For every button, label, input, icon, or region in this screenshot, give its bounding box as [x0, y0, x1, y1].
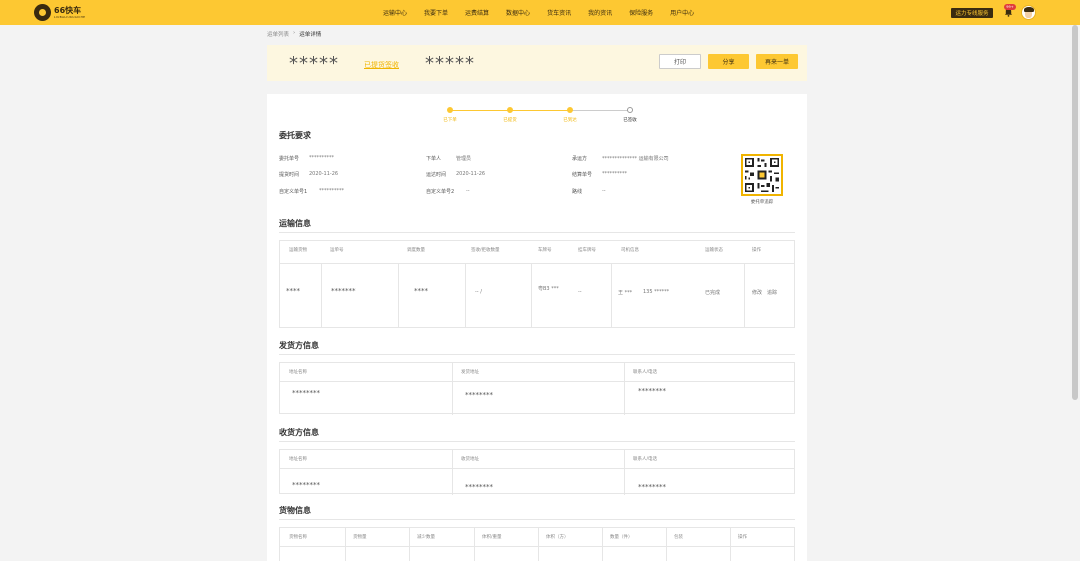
driver-phone-link[interactable]: 135 ******	[643, 289, 669, 295]
table-cell: ********	[292, 481, 320, 489]
qr-code[interactable]	[741, 154, 783, 196]
table-header: 运输货物	[289, 248, 307, 253]
breadcrumb-current: 运单详情	[299, 32, 322, 38]
entrust-placed-by: 下单人 管理员	[426, 156, 472, 162]
progress-step-signed: 已签收	[615, 107, 645, 123]
share-button[interactable]: 分享	[708, 54, 749, 69]
logo-mark-icon	[34, 4, 51, 21]
subscribe-button[interactable]: 运力专线服务	[951, 8, 993, 18]
page-scrollbar[interactable]	[1072, 25, 1078, 400]
goods-table: 货物名称 货物量 减少数量 体积/重量 体积（方） 数量（件） 包装 操作	[279, 527, 795, 561]
table-header: 车牌号	[538, 248, 552, 253]
table-header: 调度数量	[407, 248, 425, 253]
reorder-button[interactable]: 再来一单	[756, 54, 798, 69]
table-header: 联系人/电话	[633, 457, 658, 462]
entrust-route: 路线 --	[572, 188, 606, 195]
brand-logo[interactable]: 66快车 LIUBALIUKUAICHE	[34, 4, 85, 21]
print-button[interactable]: 打印	[659, 54, 701, 69]
table-cell: -- /	[475, 289, 482, 295]
table-header: 包装	[674, 535, 683, 540]
order-detail-panel: 已下单 已提货 已到达 已签收 委托要求 委托单号 ********** 下单人管…	[267, 94, 807, 561]
table-cell: --	[578, 289, 582, 295]
table-cell: ********	[465, 391, 493, 399]
progress-step-arrived: 已到达	[555, 107, 585, 123]
order-header-card: ***** 已提货签收 ***** 打印 分享 再来一单	[267, 45, 807, 81]
nav-item-my-news[interactable]: 我的资讯	[588, 8, 612, 17]
entrust-order-no: 委托单号 **********	[279, 155, 334, 162]
status-badge: 已完成	[705, 290, 721, 296]
entrust-pickup-time: 提货时间 2020-11-26	[279, 171, 339, 178]
section-title-shipper: 发货方信息	[279, 341, 319, 350]
entrust-custom-no-1: 自定义单号1 **********	[279, 188, 344, 195]
table-cell: ********	[638, 483, 666, 491]
table-cell: *******	[331, 287, 356, 295]
nav-item-user-center[interactable]: 用户中心	[670, 8, 694, 17]
receiver-table: 地址名称 收货地址 联系人/电话 ******** ******** *****…	[279, 449, 795, 495]
table-header: 减少数量	[417, 535, 435, 540]
table-header: 地址名称	[289, 457, 307, 462]
section-title-transport: 运输信息	[279, 219, 311, 228]
section-title-goods: 货物信息	[279, 506, 311, 515]
table-header: 联系人/电话	[633, 370, 658, 375]
nav-item-transport-center[interactable]: 运输中心	[383, 8, 407, 17]
nav-item-insurance[interactable]: 保险服务	[629, 8, 653, 17]
table-cell: ****	[286, 287, 300, 295]
track-link[interactable]: 追踪	[767, 289, 777, 296]
table-header: 司机信息	[621, 248, 639, 253]
entrust-arrival-time: 运达时间 2020-11-26	[426, 171, 486, 178]
breadcrumb-parent[interactable]: 运单列表	[267, 30, 289, 38]
plate-link[interactable]: 粤B3 ***	[538, 285, 559, 292]
brand-name: 66快车	[54, 6, 82, 15]
table-cell: ********	[465, 483, 493, 491]
progress-step-ordered: 已下单	[435, 107, 465, 123]
nav-item-place-order[interactable]: 我要下单	[424, 8, 448, 17]
notification-badge: 99+	[1004, 4, 1016, 10]
progress-step-picked-up: 已提货	[495, 107, 525, 123]
nav-item-data-center[interactable]: 数据中心	[506, 8, 530, 17]
main-nav: 运输中心 我要下单 运费结算 数据中心 货车资讯 我的资讯 保险服务 用户中心	[383, 0, 711, 25]
breadcrumb: 运单列表 › 运单详情	[267, 30, 321, 38]
table-header: 挂车牌号	[578, 248, 596, 253]
entrust-custom-no-2: 自定义单号2 --	[426, 188, 470, 195]
table-cell: ********	[638, 387, 666, 395]
section-title-receiver: 收货方信息	[279, 428, 319, 437]
section-title-entrust: 委托要求	[279, 131, 311, 140]
shipper-table: 地址名称 发货地址 联系人/电话 ******** ******** *****…	[279, 362, 795, 415]
order-progress: 已下单 已提货 已到达 已签收	[435, 107, 637, 127]
entrust-settlement-no: 结算单号 **********	[572, 171, 627, 178]
table-header: 运输状态	[705, 248, 723, 253]
table-header: 地址名称	[289, 370, 307, 375]
breadcrumb-separator: ›	[293, 30, 296, 36]
table-header: 货物名称	[289, 535, 307, 540]
qr-caption: 委托单追踪	[750, 200, 774, 205]
table-header: 数量（件）	[610, 535, 633, 540]
driver-name-link[interactable]: 王 ***	[618, 289, 632, 296]
order-masked-id: *****	[289, 53, 339, 74]
table-header: 运单号	[330, 248, 344, 253]
transport-table: 运输货物 运单号 调度数量 签收/拒收数量 车牌号 挂车牌号 司机信息 运输状态…	[279, 240, 795, 328]
brand-subtitle: LIUBALIUKUAICHE	[54, 15, 86, 19]
table-cell: ****	[414, 287, 428, 295]
top-nav-bar: 66快车 LIUBALIUKUAICHE 运输中心 我要下单 运费结算 数据中心…	[0, 0, 1080, 25]
entrust-carrier: 承运方 ************** 运输有限公司	[572, 156, 669, 162]
order-status-tag: 已提货签收	[364, 61, 399, 69]
edit-link[interactable]: 修改	[752, 289, 762, 296]
table-header: 体积/重量	[482, 535, 502, 540]
table-header: 货物量	[353, 535, 367, 540]
table-header: 发货地址	[461, 370, 479, 375]
order-masked-id-2: *****	[425, 53, 475, 74]
table-header: 收货地址	[461, 457, 479, 462]
table-cell: ********	[292, 389, 320, 397]
table-header: 体积（方）	[546, 535, 569, 540]
avatar[interactable]	[1021, 5, 1036, 20]
table-header: 操作	[752, 248, 761, 253]
nav-item-truck-news[interactable]: 货车资讯	[547, 8, 571, 17]
table-header: 操作	[738, 535, 747, 540]
nav-item-freight-settlement[interactable]: 运费结算	[465, 8, 489, 17]
table-header: 签收/拒收数量	[471, 248, 500, 253]
